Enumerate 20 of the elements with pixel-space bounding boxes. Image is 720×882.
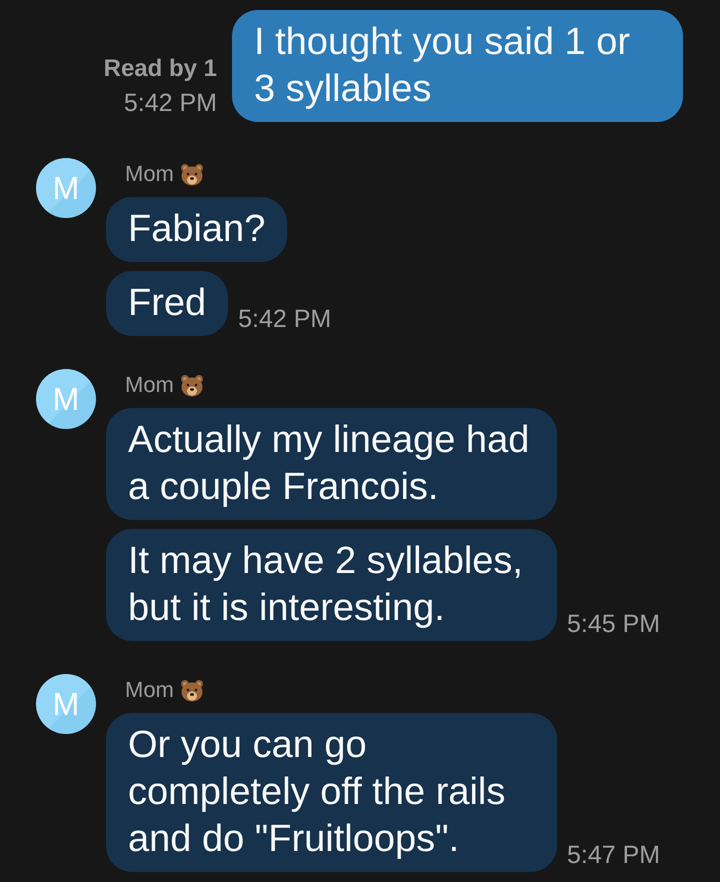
- sender-name: Mom: [125, 678, 174, 702]
- sender-name: Mom: [125, 162, 174, 186]
- sender-name: Mom: [125, 373, 174, 397]
- read-receipt: Read by 1: [104, 54, 217, 84]
- timestamp: 5:42 PM: [124, 88, 217, 119]
- bear-face-icon: [180, 162, 204, 186]
- message-bubble: Actually my lineage had a couple Francois.: [106, 408, 557, 520]
- bear-face-icon: [180, 678, 204, 702]
- avatar: M: [36, 158, 96, 218]
- message-bubble: Fabian?: [106, 197, 288, 262]
- message-bubble: Or you can go completely off the rails and do "Fruitloops".: [106, 713, 557, 872]
- timestamp: 5:42 PM: [238, 304, 332, 335]
- message-bubble: Fred: [106, 271, 228, 336]
- timestamp: 5:47 PM: [567, 840, 660, 871]
- avatar: M: [36, 674, 96, 734]
- timestamp: 5:45 PM: [567, 609, 660, 640]
- message-bubble: It may have 2 syllables, but it is interesting.: [106, 529, 557, 641]
- avatar: M: [36, 369, 96, 429]
- message-bubble: I thought you said 1 or 3 syllables: [232, 10, 683, 122]
- bear-face-icon: [180, 374, 204, 396]
